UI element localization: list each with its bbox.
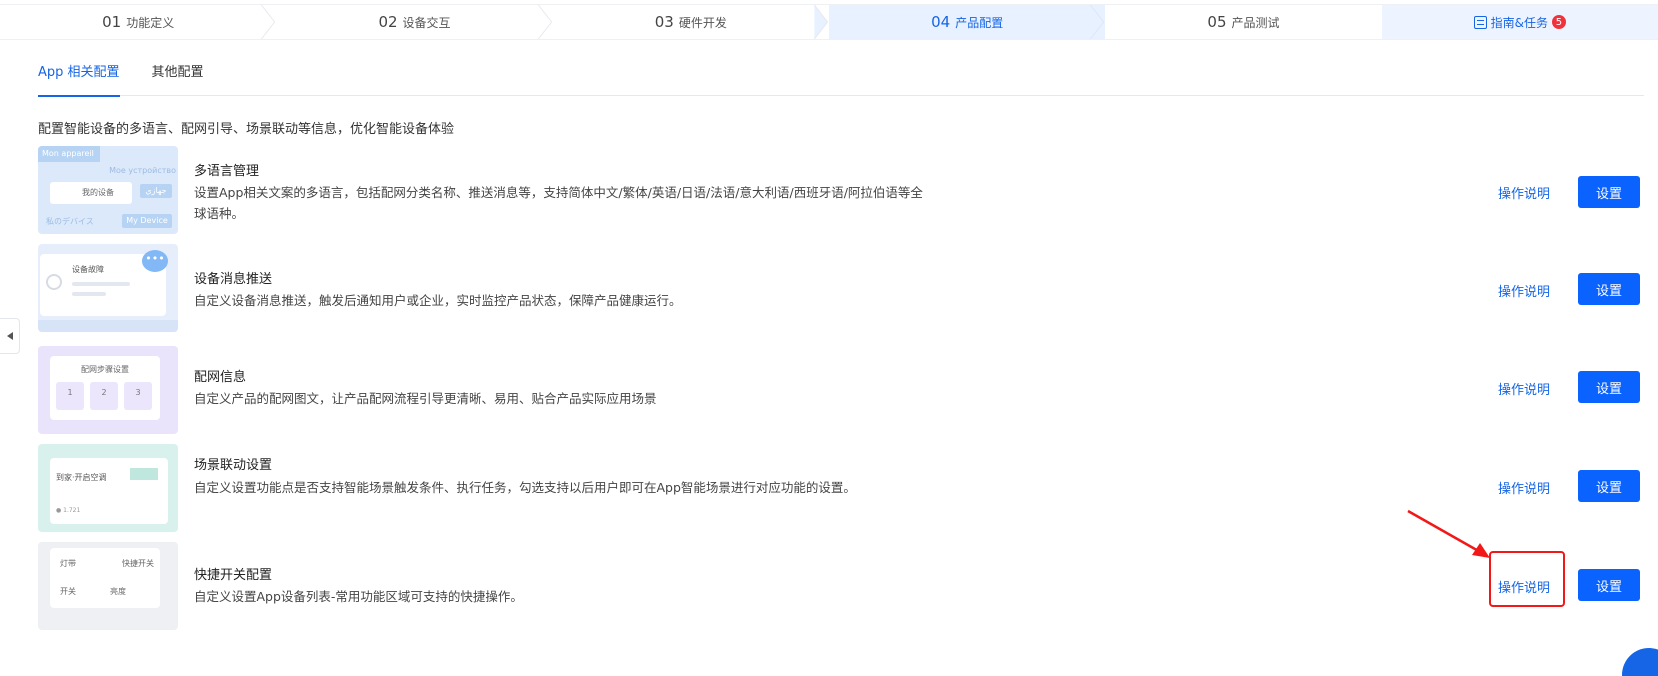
message-bubble-icon: ••• [142, 250, 168, 272]
thumb-text: 亮度 [110, 587, 126, 596]
step-03[interactable]: 03 硬件开发 [553, 5, 829, 39]
multilang-thumbnail: Mon appareil Мое устройство 我的设备 جهازي 私… [38, 146, 178, 234]
thumb-step: 3 [124, 382, 152, 410]
help-link[interactable]: 操作说明 [1498, 183, 1550, 202]
page-description: 配置智能设备的多语言、配网引导、场景联动等信息，优化智能设备体验 [38, 122, 455, 137]
step-label: 产品配置 [955, 15, 1004, 30]
thumb-step: 2 [90, 382, 118, 410]
item-description: 自定义设备消息推送，触发后通知用户或企业，实时监控产品状态，保障产品健康运行。 [194, 293, 682, 308]
step-label: 硬件开发 [678, 15, 727, 30]
list-item-network-config: 配网步骤设置 1 2 3 配网信息 自定义产品的配网图文，让产品配网流程引导更清… [38, 346, 1648, 434]
settings-button[interactable]: 设置 [1578, 273, 1640, 305]
item-title: 配网信息 [194, 370, 247, 385]
thumb-text: ● 1.721 [56, 507, 81, 514]
list-item-multilang: Mon appareil Мое устройство 我的设备 جهازي 私… [38, 146, 1648, 234]
step-label: 设备交互 [402, 15, 451, 30]
step-number: 03 [654, 13, 674, 31]
settings-button[interactable]: 设置 [1578, 569, 1640, 601]
step-separator-icon [537, 5, 552, 39]
thumb-text: 灯带 [60, 559, 76, 568]
step-label: 产品测试 [1231, 15, 1280, 30]
thumb-text: 开关 [60, 587, 76, 596]
thumb-text: Мое устройство [109, 166, 176, 175]
thumb-text: 我的设备 [50, 182, 132, 204]
step-separator-icon [814, 5, 829, 39]
thumb-card: 灯带 快捷开关 开关 亮度 [50, 548, 160, 608]
thumb-text: جهازي [140, 184, 172, 198]
thumb-bottom [38, 320, 178, 332]
help-link[interactable]: 操作说明 [1498, 577, 1550, 596]
step-01[interactable]: 01 功能定义 [0, 5, 276, 39]
item-title: 场景联动设置 [194, 458, 273, 473]
step-label: 功能定义 [126, 15, 175, 30]
fan-icon [46, 274, 62, 290]
thumb-text: 到家·开启空调 [56, 473, 107, 482]
quick-switch-thumbnail: 灯带 快捷开关 开关 亮度 [38, 542, 178, 630]
help-link[interactable]: 操作说明 [1498, 281, 1550, 300]
thumb-step: 1 [56, 382, 84, 410]
item-description: 自定义设置功能点是否支持智能场景触发条件、执行任务，勾选支持以后用户即可在App… [194, 480, 856, 495]
step-02[interactable]: 02 设备交互 [276, 5, 552, 39]
item-title: 多语言管理 [194, 164, 260, 179]
floating-help-button[interactable] [1622, 648, 1658, 676]
help-link[interactable]: 操作说明 [1498, 379, 1550, 398]
thumb-text: 设备故障 [72, 265, 104, 274]
step-number: 01 [102, 13, 122, 31]
thumb-text: Mon appareil [38, 146, 100, 162]
step-04[interactable]: 04 产品配置 [828, 5, 1106, 39]
chevron-left-icon [6, 332, 13, 340]
item-description: 设置App相关文案的多语言，包括配网分类名称、推送消息等，支持简体中文/繁体/英… [194, 185, 923, 221]
guide-icon [1473, 15, 1487, 29]
item-description: 自定义设置App设备列表-常用功能区域可支持的快捷操作。 [194, 589, 523, 604]
step-separator-icon [261, 5, 276, 39]
item-title: 设备消息推送 [194, 272, 273, 287]
guide-tasks-button[interactable]: 指南&任务 5 [1381, 5, 1658, 39]
thumb-line [72, 292, 106, 296]
steps-bar: 01 功能定义 02 设备交互 03 硬件开发 04 产品配置 05 产品测试 … [0, 4, 1658, 40]
settings-button[interactable]: 设置 [1578, 470, 1640, 502]
network-config-thumbnail: 配网步骤设置 1 2 3 [38, 346, 178, 434]
item-title: 快捷开关配置 [194, 568, 273, 583]
thumb-text: 快捷开关 [122, 559, 154, 568]
step-number: 02 [378, 13, 398, 31]
thumb-block [130, 468, 158, 480]
list-item-scene-linkage: 到家·开启空调 ● 1.721 场景联动设置 自定义设置功能点是否支持智能场景触… [38, 444, 1648, 532]
list-item-push-message: 设备故障 ••• 设备消息推送 自定义设备消息推送，触发后通知用户或企业，实时监… [38, 244, 1648, 332]
thumb-line [72, 282, 130, 286]
guide-label: 指南&任务 [1490, 15, 1548, 30]
thumb-text: My Device [122, 214, 172, 228]
sidebar-collapse-button[interactable] [0, 318, 20, 354]
thumb-card: 到家·开启空调 ● 1.721 [50, 458, 168, 524]
item-description: 自定义产品的配网图文，让产品配网流程引导更清晰、易用、贴合产品实际应用场景 [194, 391, 657, 406]
scene-linkage-thumbnail: 到家·开启空调 ● 1.721 [38, 444, 178, 532]
step-number: 05 [1207, 13, 1227, 31]
push-message-thumbnail: 设备故障 ••• [38, 244, 178, 332]
help-link[interactable]: 操作说明 [1498, 478, 1550, 497]
settings-button[interactable]: 设置 [1578, 371, 1640, 403]
tab-app-config[interactable]: App 相关配置 [38, 56, 120, 97]
list-item-quick-switch: 灯带 快捷开关 开关 亮度 快捷开关配置 自定义设置App设备列表-常用功能区域… [38, 542, 1648, 630]
step-number: 04 [931, 13, 951, 31]
thumb-text: 私のデバイス [46, 217, 94, 226]
config-tabs: App 相关配置 其他配置 [38, 56, 1644, 97]
notification-badge: 5 [1551, 15, 1566, 29]
thumb-text: 配网步骤设置 [81, 365, 129, 374]
step-separator-icon [1088, 5, 1105, 39]
tab-other-config[interactable]: 其他配置 [152, 56, 204, 96]
settings-button[interactable]: 设置 [1578, 176, 1640, 208]
step-05[interactable]: 05 产品测试 [1105, 5, 1381, 39]
thumb-card: 配网步骤设置 1 2 3 [50, 356, 160, 420]
